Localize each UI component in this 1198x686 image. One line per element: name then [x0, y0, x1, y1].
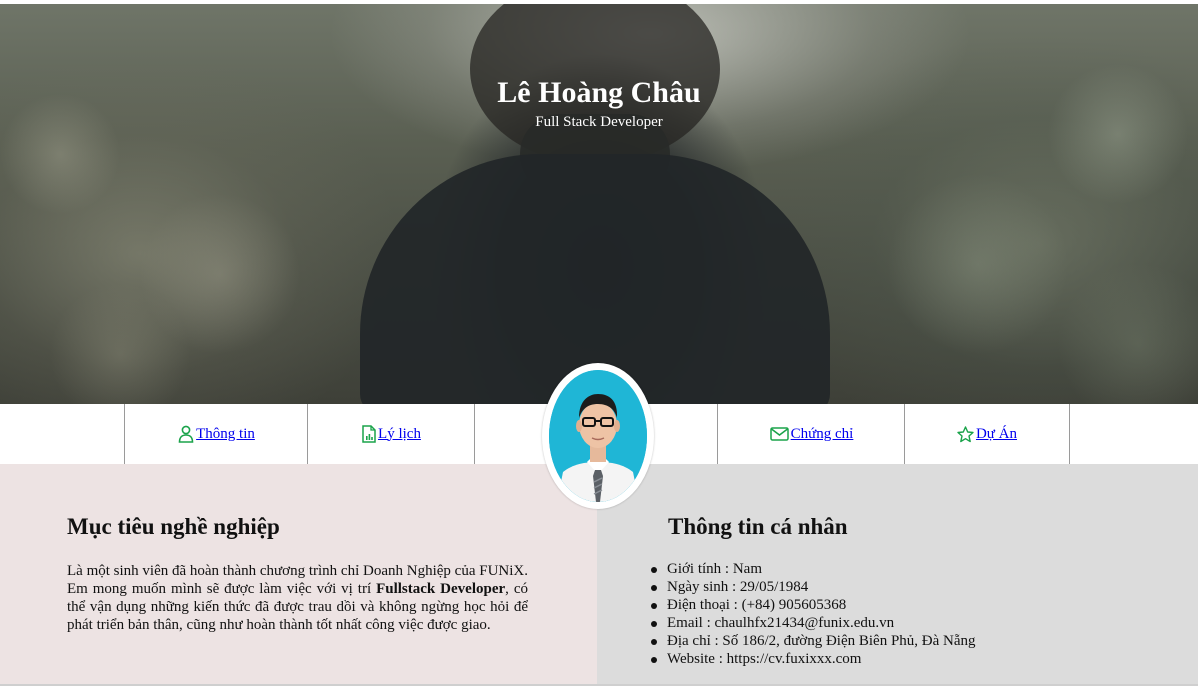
info-email: Email : chaulhfx21434@funix.edu.vn	[651, 614, 976, 632]
nav-label-chung-chi: Chứng chỉ	[790, 425, 854, 442]
cv-page: Lê Hoàng Châu Full Stack Developer Thông…	[0, 0, 1198, 686]
profile-role: Full Stack Developer	[535, 114, 663, 130]
avatar-portrait	[549, 370, 647, 502]
personal-info-list: Giới tính : Nam Ngày sinh : 29/05/1984 Đ…	[651, 560, 976, 668]
nav-link-thong-tin[interactable]: Thông tin	[178, 425, 255, 443]
objective-text-bold: Fullstack Developer	[376, 581, 506, 597]
info-birthdate: Ngày sinh : 29/05/1984	[651, 578, 976, 596]
info-website: Website : https://cv.fuxixxx.com	[651, 650, 976, 668]
career-objective-text: Là một sinh viên đã hoàn thành chương tr…	[67, 562, 528, 634]
nav-link-chung-chi[interactable]: Chứng chỉ	[769, 425, 854, 443]
profile-name: Lê Hoàng Châu	[497, 76, 701, 109]
nav-item-thong-tin: Thông tin	[124, 404, 308, 464]
personal-info-title: Thông tin cá nhân	[668, 514, 848, 539]
nav-item-ly-lich: Lý lịch	[307, 404, 475, 464]
hero-banner: Lê Hoàng Châu Full Stack Developer	[0, 4, 1198, 404]
nav-label-du-an: Dự Án	[975, 425, 1018, 442]
avatar	[549, 370, 647, 502]
person-icon	[178, 425, 194, 443]
nav-item-du-an: Dự Án	[904, 404, 1070, 464]
nav-label-thong-tin: Thông tin	[196, 425, 255, 442]
career-objective-title: Mục tiêu nghề nghiệp	[67, 514, 280, 539]
info-phone: Điện thoại : (+84) 905605368	[651, 596, 976, 614]
envelope-icon	[769, 427, 789, 441]
career-objective-section: Mục tiêu nghề nghiệp Là một sinh viên đã…	[0, 464, 597, 686]
nav-link-du-an[interactable]: Dự Án	[957, 426, 1017, 443]
nav-link-ly-lich[interactable]: Lý lịch	[362, 425, 421, 443]
personal-info-section: Thông tin cá nhân Giới tính : Nam Ngày s…	[597, 464, 1198, 686]
nav-label-ly-lich: Lý lịch	[378, 425, 421, 442]
star-icon	[957, 425, 974, 443]
document-icon	[362, 425, 376, 443]
info-gender: Giới tính : Nam	[651, 560, 976, 578]
nav-item-chung-chi: Chứng chỉ	[717, 404, 905, 464]
info-address: Địa chỉ : Số 186/2, đường Điện Biên Phủ,…	[651, 633, 976, 649]
